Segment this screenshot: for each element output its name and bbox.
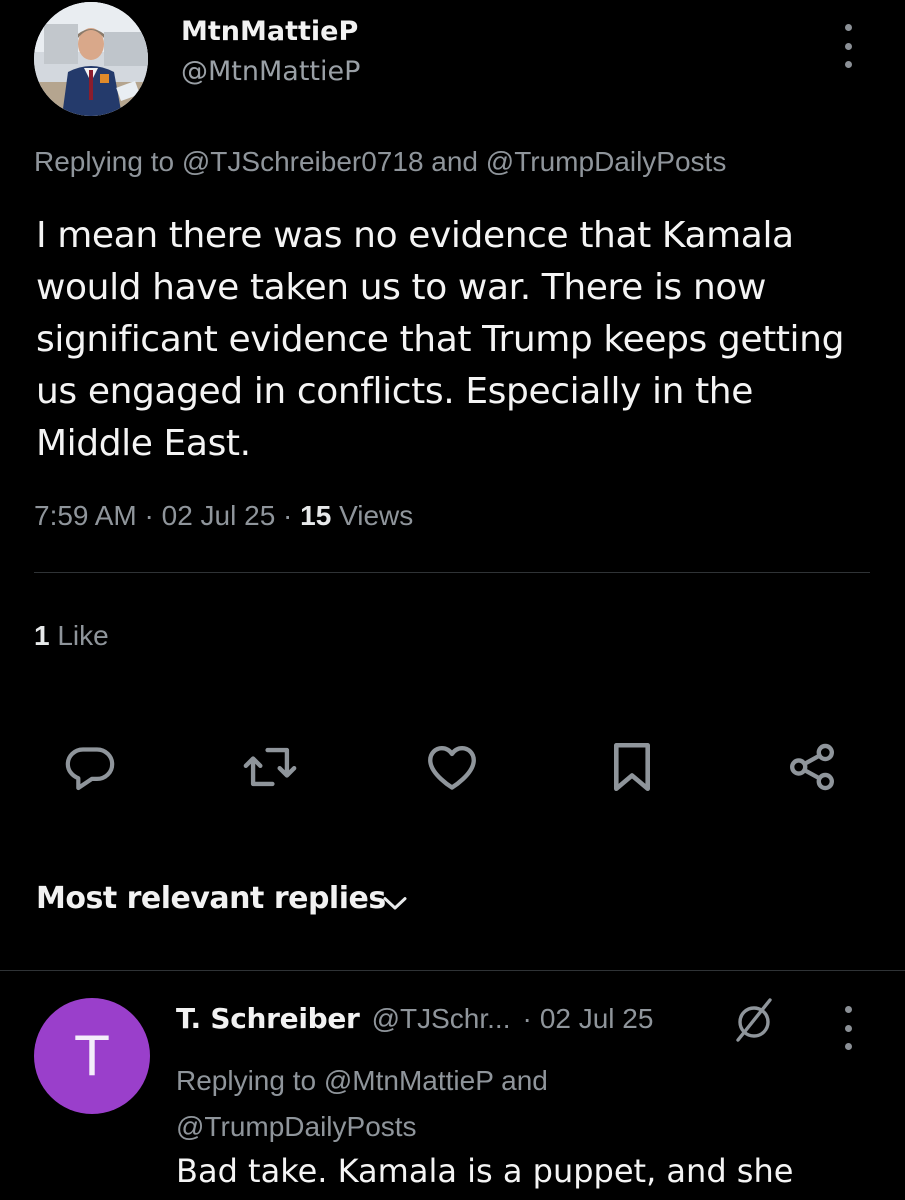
reply-date: 02 Jul 25 [539, 1002, 654, 1034]
tweet-text: I mean there was no evidence that Kamala… [36, 215, 845, 464]
like-button[interactable] [420, 735, 484, 799]
reply-text: Bad take. Kamala is a puppet, and she [176, 1152, 794, 1190]
likes-summary[interactable]: 1 Like [34, 620, 109, 652]
reply-header: T. Schreiber @TJSchr... · 02 Jul 25 [176, 1002, 653, 1035]
retweet-icon [243, 747, 297, 787]
reply-author-handle[interactable]: @TJSchr... [372, 1003, 511, 1035]
author-handle[interactable]: @MtnMattieP [181, 56, 360, 87]
meta-separator: · [144, 500, 162, 531]
divider [0, 970, 905, 971]
meta-separator: · [283, 500, 301, 531]
more-options-icon[interactable] [840, 1006, 856, 1050]
chevron-down-icon[interactable] [380, 888, 410, 923]
avatar[interactable]: T [34, 998, 150, 1114]
retweet-button[interactable] [238, 735, 302, 799]
views-count: 15 [300, 500, 332, 531]
heart-icon [428, 745, 476, 790]
tweet-date: 02 Jul 25 [161, 500, 276, 531]
tweet-meta: 7:59 AM · 02 Jul 25 · 15 Views [34, 500, 413, 532]
author-name[interactable]: MtnMattieP [181, 16, 358, 47]
views-label: Views [339, 500, 414, 531]
avatar[interactable] [34, 2, 148, 116]
tweet-time: 7:59 AM [34, 500, 137, 531]
more-options-icon[interactable] [840, 24, 856, 68]
comment-bubble-icon [65, 747, 115, 791]
divider [34, 572, 870, 573]
profile-photo [34, 2, 148, 116]
likes-count: 1 [34, 620, 50, 651]
likes-label: Like [57, 620, 109, 651]
reply-button[interactable] [58, 735, 122, 799]
replying-to-line[interactable]: Replying to @TJSchreiber0718 and @TrumpD… [34, 146, 726, 178]
bookmark-button[interactable] [600, 735, 664, 799]
reply-author-name[interactable]: T. Schreiber [176, 1002, 360, 1035]
prohibited-icon[interactable] [734, 996, 774, 1049]
replying-to-line[interactable]: Replying to @MtnMattieP and @TrumpDailyP… [176, 1058, 696, 1150]
share-button[interactable] [780, 735, 844, 799]
replies-sort-dropdown[interactable]: Most relevant replies [36, 881, 386, 916]
bookmark-icon [613, 742, 651, 792]
meta-separator: · [522, 1002, 532, 1034]
share-icon [790, 743, 834, 791]
